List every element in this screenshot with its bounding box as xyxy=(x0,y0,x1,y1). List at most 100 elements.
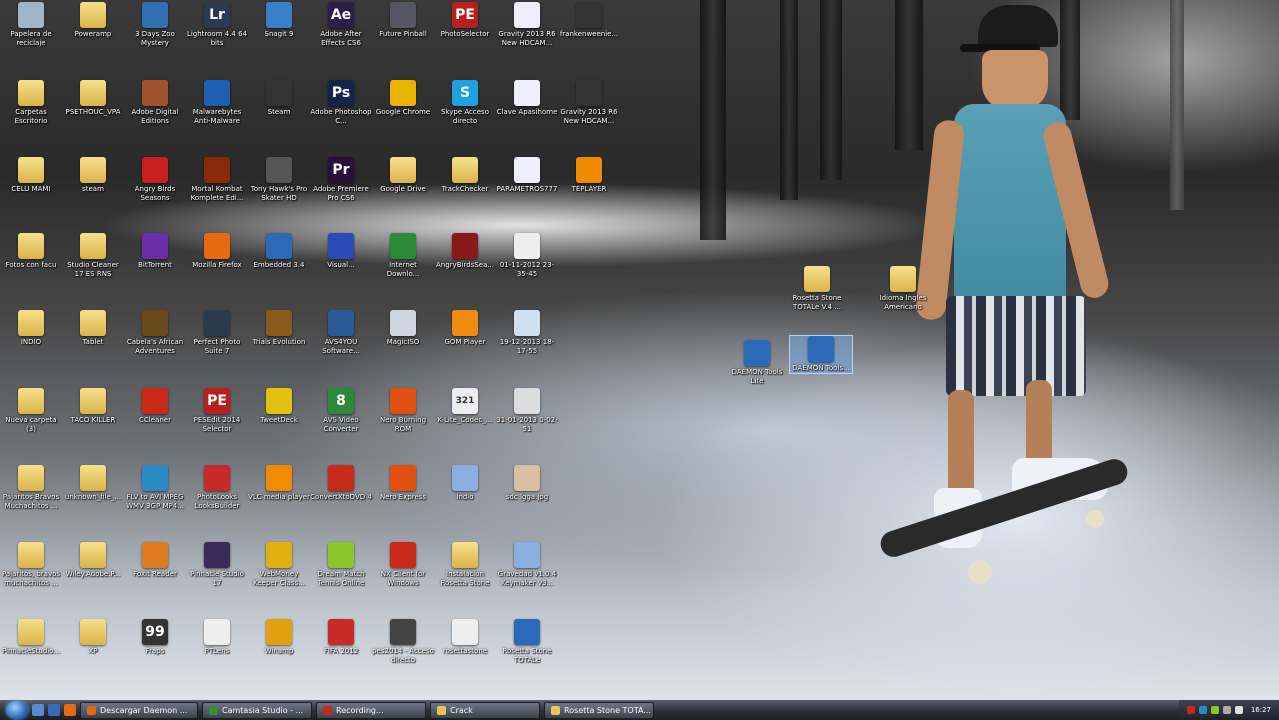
desktop-shortcut[interactable]: Dream Match Tennis Online xyxy=(310,542,372,588)
desktop-shortcut[interactable]: Mortal Kombat Komplete Edi... xyxy=(186,157,248,203)
desktop-shortcut[interactable]: Malwarebytes Anti-Malware xyxy=(186,80,248,126)
desktop-shortcut[interactable]: Winamp xyxy=(248,619,310,656)
desktop-shortcut[interactable]: Poweramp xyxy=(62,2,124,39)
desktop-shortcut[interactable]: GOM Player xyxy=(434,310,496,347)
desktop-shortcut[interactable]: TweetDeck xyxy=(248,388,310,425)
desktop-shortcut[interactable]: PE PESEdit 2014 Selector xyxy=(186,388,248,434)
desktop-shortcut[interactable]: ConvertXtoDVD 4 xyxy=(310,465,372,502)
desktop-shortcut[interactable]: CCleaner xyxy=(124,388,186,425)
desktop-shortcut[interactable]: 3 Days Zoo Mystery xyxy=(124,2,186,48)
desktop-shortcut[interactable]: DAEMON Tools Lite xyxy=(726,340,788,386)
desktop-shortcut[interactable]: Idioma Ingles Americano xyxy=(872,266,934,312)
tray-icon[interactable] xyxy=(1210,706,1219,714)
desktop-shortcut[interactable]: Papelera de reciclaje xyxy=(0,2,62,48)
desktop-shortcut[interactable]: unknown_file_... xyxy=(62,465,124,502)
desktop-shortcut[interactable]: Nero Burning ROM xyxy=(372,388,434,434)
desktop-shortcut[interactable]: INDIO xyxy=(0,310,62,347)
desktop-shortcut[interactable]: BitTorrent xyxy=(124,233,186,270)
show-desktop-icon[interactable] xyxy=(32,704,44,716)
desktop-shortcut[interactable]: Tony Hawk's Pro Skater HD xyxy=(248,157,310,203)
desktop-shortcut[interactable]: Gravedad v1.0.4 Keymaker v3... xyxy=(496,542,558,588)
desktop-shortcut[interactable]: Rosetta Stone TOTALe xyxy=(496,619,558,665)
desktop-shortcut[interactable]: steam xyxy=(62,157,124,194)
desktop-shortcut[interactable]: TrackChecker xyxy=(434,157,496,194)
taskbar-button[interactable]: Crack xyxy=(430,701,540,719)
desktop-shortcut[interactable]: 321 K-Lite_Codec_... xyxy=(434,388,496,425)
desktop-shortcut[interactable]: Wiley.Adobe.P... xyxy=(62,542,124,579)
taskbar-button[interactable]: Rosetta Stone TOTA... xyxy=(544,701,654,719)
desktop-shortcut[interactable]: PinnacleStudio... xyxy=(0,619,62,656)
desktop-shortcut[interactable]: 99 Fraps xyxy=(124,619,186,656)
desktop-shortcut[interactable]: Fotos con facu xyxy=(0,233,62,270)
volume-icon[interactable] xyxy=(1234,706,1243,714)
desktop-shortcut[interactable]: Gravity 2013 R6 New HDCAM... xyxy=(496,2,558,48)
desktop-shortcut[interactable]: FLV to AVI MPEG WMV 3GP MP4... xyxy=(124,465,186,511)
desktop-shortcut[interactable]: DAEMON Tools... xyxy=(789,335,853,374)
desktop-shortcut[interactable]: VLC media player xyxy=(248,465,310,502)
desktop-shortcut[interactable]: Studio Cleaner 17 ES RNS xyxy=(62,233,124,279)
desktop-shortcut[interactable]: Mozilla Firefox xyxy=(186,233,248,270)
start-button[interactable] xyxy=(6,701,28,719)
ie-icon[interactable] xyxy=(48,704,60,716)
desktop-shortcut[interactable]: pes2014 - Acceso directo xyxy=(372,619,434,665)
desktop-shortcut[interactable]: PARAMETROS777 xyxy=(496,157,558,194)
desktop-shortcut[interactable]: Rosetta Stone TOTALe V.4 ... xyxy=(786,266,848,312)
desktop-shortcut[interactable]: 19-12-2013 18-17-55 xyxy=(496,310,558,356)
desktop-shortcut[interactable]: Clave Apasihome xyxy=(496,80,558,117)
desktop-shortcut[interactable]: PTLens xyxy=(186,619,248,656)
desktop-shortcut[interactable]: Cabela's African Adventures xyxy=(124,310,186,356)
desktop-shortcut[interactable]: Visual... xyxy=(310,233,372,270)
desktop-shortcut[interactable]: Future Pinball xyxy=(372,2,434,39)
desktop-shortcut[interactable]: Steam xyxy=(248,80,310,117)
desktop-shortcut[interactable]: Ps Adobe Photoshop C... xyxy=(310,80,372,126)
desktop-shortcut[interactable]: Lr Lightroom 4.4 64 bits xyxy=(186,2,248,48)
desktop-shortcut[interactable]: CELU MAMI xyxy=(0,157,62,194)
desktop-shortcut[interactable]: Angry Birds Seasons xyxy=(124,157,186,203)
desktop-shortcut[interactable]: Adobe Digital Editions xyxy=(124,80,186,126)
desktop-shortcut[interactable]: FIFA 2012 xyxy=(310,619,372,656)
desktop-shortcut[interactable]: Pajaritos Bravos Muchachitos ... xyxy=(0,465,62,511)
desktop-shortcut[interactable]: PSETHOUC_VPA xyxy=(62,80,124,117)
desktop-shortcut[interactable]: PhotoLooks LooksBuilder xyxy=(186,465,248,511)
desktop-shortcut[interactable]: 31-01-2013 0-02-51 xyxy=(496,388,558,434)
desktop-shortcut[interactable]: Perfect Photo Suite 7 xyxy=(186,310,248,356)
desktop-shortcut[interactable]: Tablet xyxy=(62,310,124,347)
desktop-shortcut[interactable]: AngryBirdsSea... xyxy=(434,233,496,270)
desktop-shortcut[interactable]: frankenweenie... xyxy=(558,2,620,39)
taskbar-button[interactable]: Recording... xyxy=(316,701,426,719)
desktop-shortcut[interactable]: S Skype Acceso directo xyxy=(434,80,496,126)
desktop-shortcut[interactable]: XP xyxy=(62,619,124,656)
desktop-shortcut[interactable]: Foxit Reader xyxy=(124,542,186,579)
desktop-shortcut[interactable]: Snagit 9 xyxy=(248,2,310,39)
desktop-shortcut[interactable]: 01-11-2012 23-35-45 xyxy=(496,233,558,279)
desktop-shortcut[interactable]: TACO KILLER xyxy=(62,388,124,425)
desktop-shortcut[interactable]: Nueva carpeta (3) xyxy=(0,388,62,434)
desktop-shortcut[interactable]: TEPLAYER xyxy=(558,157,620,194)
desktop-shortcut[interactable]: Trials Evolution xyxy=(248,310,310,347)
desktop-shortcut[interactable]: Internet Downlo... xyxy=(372,233,434,279)
desktop-shortcut[interactable]: Embedded 3.4 xyxy=(248,233,310,270)
desktop-shortcut[interactable]: Google Chrome xyxy=(372,80,434,117)
taskbar-clock[interactable]: 16:27 xyxy=(1251,706,1271,714)
desktop-shortcut[interactable]: Google Drive xyxy=(372,157,434,194)
firefox-icon[interactable] xyxy=(64,704,76,716)
tray-icon[interactable] xyxy=(1198,706,1207,714)
desktop-shortcut[interactable]: Ae Adobe After Effects CS6 xyxy=(310,2,372,48)
desktop-shortcut[interactable]: Instalacion Rosetta Stone xyxy=(434,542,496,588)
desktop-shortcut[interactable]: Nero Express xyxy=(372,465,434,502)
desktop-shortcut[interactable]: indio xyxy=(434,465,496,502)
desktop-shortcut[interactable]: Carpetas Escritorio xyxy=(0,80,62,126)
desktop-shortcut[interactable]: Pinnacle Studio 17 xyxy=(186,542,248,588)
desktop-shortcut[interactable]: sdc lgga.jpg xyxy=(496,465,558,502)
desktop-shortcut[interactable]: 8 AVS Video Converter xyxy=(310,388,372,434)
desktop-shortcut[interactable]: MagicISO xyxy=(372,310,434,347)
desktop-shortcut[interactable]: Pajaritos, bravos muchachitos ... xyxy=(0,542,62,588)
desktop-shortcut[interactable]: WebMoney Keeper Class... xyxy=(248,542,310,588)
desktop-shortcut[interactable]: NX Client for Windows xyxy=(372,542,434,588)
desktop-shortcut[interactable]: rosettastone xyxy=(434,619,496,656)
desktop-shortcut[interactable]: Pr Adobe Premiere Pro CS6 xyxy=(310,157,372,203)
desktop-shortcut[interactable]: PE PhotoSelector xyxy=(434,2,496,39)
taskbar-button[interactable]: Descargar Daemon ... xyxy=(80,701,198,719)
network-icon[interactable] xyxy=(1222,706,1231,714)
desktop-shortcut[interactable]: AVS4YOU Software... xyxy=(310,310,372,356)
